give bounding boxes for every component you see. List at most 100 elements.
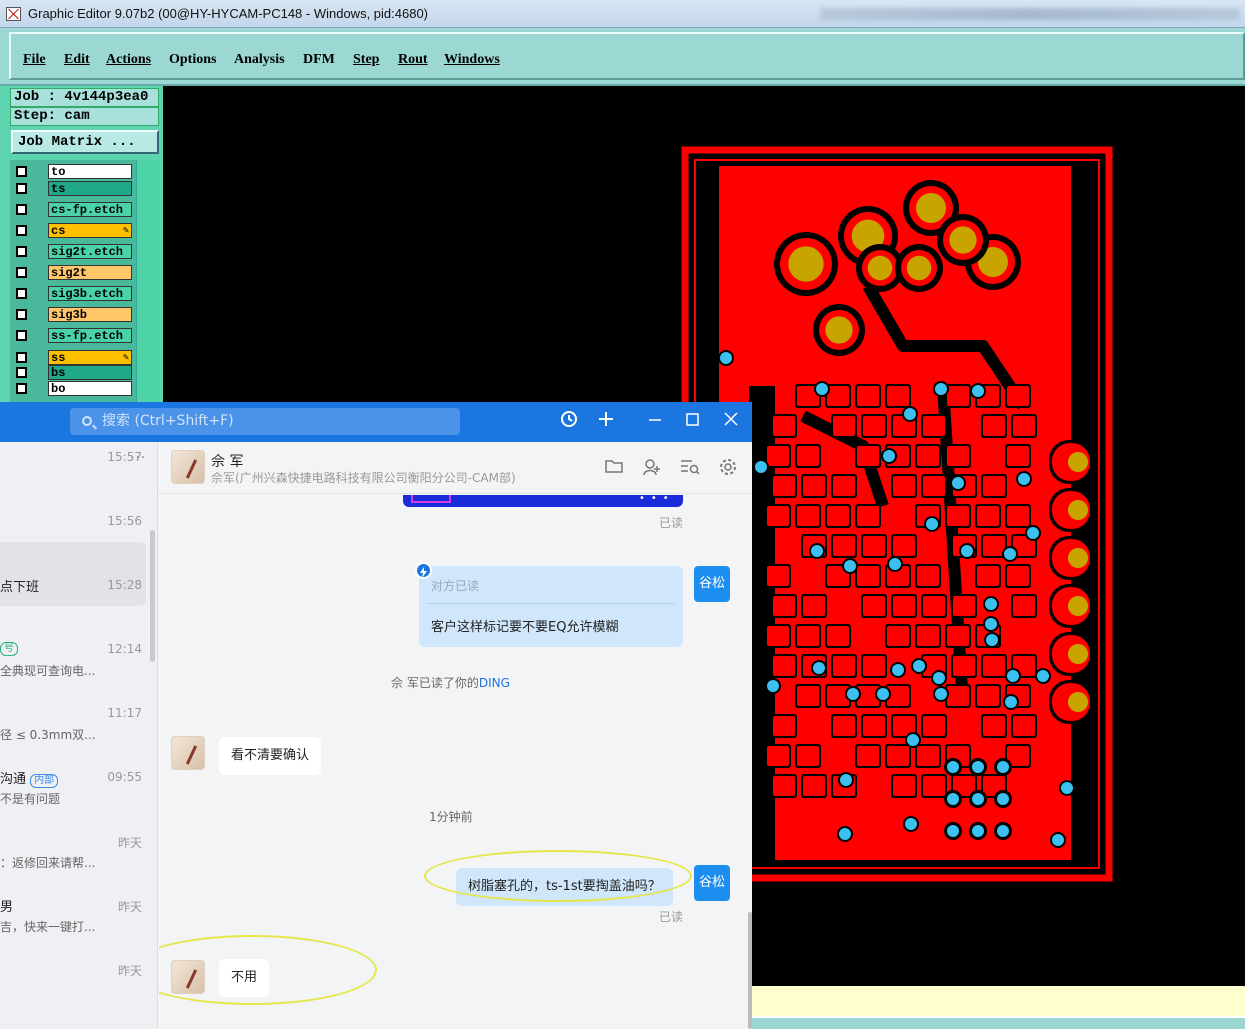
smd-pad	[857, 386, 879, 406]
layer-name[interactable]: cs ✎	[48, 223, 132, 238]
layer-row[interactable]: to	[14, 164, 132, 179]
layer-checkbox[interactable]	[16, 166, 27, 177]
search-history-icon[interactable]	[680, 458, 700, 476]
conversation-item[interactable]: 12:14 号全典现可查询电...	[0, 642, 148, 702]
smd-pad	[827, 626, 849, 646]
menu-options[interactable]: Options	[169, 52, 216, 68]
history-icon[interactable]	[560, 410, 578, 435]
layer-row[interactable]: sig3b.etch	[14, 286, 132, 301]
layer-checkbox[interactable]	[16, 383, 27, 394]
smd-pad	[1013, 716, 1035, 736]
layer-row[interactable]: cs-fp.etch	[14, 202, 132, 217]
conversation-item[interactable]: 09:55 沟通 内部 不是有问题	[0, 770, 148, 830]
layer-name[interactable]: to	[48, 164, 132, 179]
outgoing-message-bubble[interactable]: 树脂塞孔的，ts-1st要掏盖油吗？	[456, 868, 673, 906]
bga-via	[997, 793, 1009, 805]
layer-checkbox[interactable]	[16, 330, 27, 341]
maximize-icon[interactable]	[685, 410, 701, 435]
message-area[interactable]: ••• 已读 对方已读 客户这样标记要不要EQ允许模糊 谷松 佘 军已读了你的D…	[159, 495, 752, 1029]
contact-avatar[interactable]	[171, 450, 205, 484]
layer-row[interactable]: sig2t	[14, 265, 132, 280]
layer-checkbox[interactable]	[16, 204, 27, 215]
conversation-preview: 全典现可查询电...	[0, 664, 96, 678]
job-matrix-button[interactable]: Job Matrix ...	[11, 130, 159, 154]
conversation-item[interactable]: 昨天 ：返修回来请帮...	[0, 834, 148, 894]
conversation-item[interactable]: 昨天	[0, 962, 148, 1022]
layer-row[interactable]: sig2t.etch	[14, 244, 132, 259]
smd-pad	[803, 596, 825, 616]
layer-name[interactable]: sig3b.etch	[48, 286, 132, 301]
smd-pad	[863, 416, 885, 436]
via	[1004, 548, 1016, 560]
conversation-item[interactable]: 11:17 径 ≤ 0.3mm双...	[0, 706, 148, 766]
menu-edit[interactable]: Edit	[64, 52, 90, 68]
via	[913, 660, 925, 672]
minimize-icon[interactable]	[647, 410, 663, 435]
layer-name[interactable]: sig2t.etch	[48, 244, 132, 259]
layer-row[interactable]: bo	[14, 381, 132, 396]
conversation-list-scrollbar[interactable]	[150, 530, 155, 662]
smd-pad	[923, 596, 945, 616]
layer-checkbox[interactable]	[16, 246, 27, 257]
menu-actions[interactable]: Actions	[106, 52, 151, 68]
smd-pad	[977, 686, 999, 706]
close-icon[interactable]	[723, 410, 739, 435]
conversation-item[interactable]: 昨天 男吉，快来一键打...	[0, 898, 148, 958]
quoted-message-bubble[interactable]: 对方已读 客户这样标记要不要EQ允许模糊	[419, 566, 683, 647]
layer-name[interactable]: ss ✎	[48, 350, 132, 365]
smd-pad	[983, 716, 1005, 736]
layer-checkbox[interactable]	[16, 183, 27, 194]
image-message-thumbnail[interactable]: •••	[403, 495, 683, 507]
conversation-item[interactable]: 15:57	[0, 450, 148, 510]
layer-row[interactable]: bs	[14, 365, 132, 380]
menu-file[interactable]: File	[23, 52, 46, 68]
layer-checkbox[interactable]	[16, 288, 27, 299]
menu-step[interactable]: Step	[353, 52, 379, 68]
smd-pad	[917, 746, 939, 766]
search-input[interactable]: 搜索 (Ctrl+Shift+F)	[70, 408, 460, 435]
smd-pad	[773, 476, 795, 496]
layer-name[interactable]: ss-fp.etch	[48, 328, 132, 343]
add-member-icon[interactable]	[642, 458, 662, 476]
layer-name[interactable]: sig3b	[48, 307, 132, 322]
connector-gold	[1068, 596, 1088, 616]
layer-checkbox[interactable]	[16, 309, 27, 320]
smd-pad	[767, 626, 789, 646]
via	[1052, 834, 1064, 846]
via	[839, 828, 851, 840]
layer-row[interactable]: ss-fp.etch	[14, 328, 132, 343]
incoming-message-bubble[interactable]: 看不清要确认	[219, 737, 322, 775]
layer-checkbox[interactable]	[16, 367, 27, 378]
layer-name[interactable]: sig2t	[48, 265, 132, 280]
self-avatar[interactable]: 谷松	[694, 566, 730, 602]
layer-checkbox[interactable]	[16, 352, 27, 363]
self-avatar-2[interactable]: 谷松	[694, 865, 730, 901]
layer-name[interactable]: bs	[48, 365, 132, 380]
contact-avatar-message[interactable]	[171, 736, 205, 770]
layer-row[interactable]: sig3b	[14, 307, 132, 322]
layer-row[interactable]: ss ✎	[14, 350, 132, 365]
add-icon[interactable]	[597, 410, 615, 435]
layer-name[interactable]: ts	[48, 181, 132, 196]
layer-name[interactable]: bo	[48, 381, 132, 396]
contact-avatar-message-2[interactable]	[171, 960, 205, 994]
layer-row[interactable]: cs ✎	[14, 223, 132, 238]
layer-name[interactable]: cs-fp.etch	[48, 202, 132, 217]
conversation-item[interactable]: 15:56	[0, 514, 148, 574]
folder-icon[interactable]	[604, 458, 624, 476]
smd-pad	[773, 416, 795, 436]
incoming-message-bubble-2[interactable]: 不用	[219, 959, 270, 997]
menu-rout[interactable]: Rout	[398, 52, 428, 68]
screen: { "window": { "title": "Graphic Editor 9…	[0, 0, 1245, 1029]
layer-list-scrollbar[interactable]	[136, 160, 160, 416]
conversation-time: 12:14	[107, 642, 142, 656]
layer-checkbox[interactable]	[16, 225, 27, 236]
menu-analysis[interactable]: Analysis	[234, 52, 285, 68]
layer-checkbox[interactable]	[16, 267, 27, 278]
menu-windows[interactable]: Windows	[444, 52, 500, 68]
menu-dfm[interactable]: DFM	[303, 52, 335, 68]
message-scrollbar[interactable]	[748, 912, 752, 1029]
settings-gear-icon[interactable]	[718, 458, 738, 476]
layer-row[interactable]: ts	[14, 181, 132, 196]
conversation-item[interactable]: 15:28 点下班	[0, 578, 148, 638]
